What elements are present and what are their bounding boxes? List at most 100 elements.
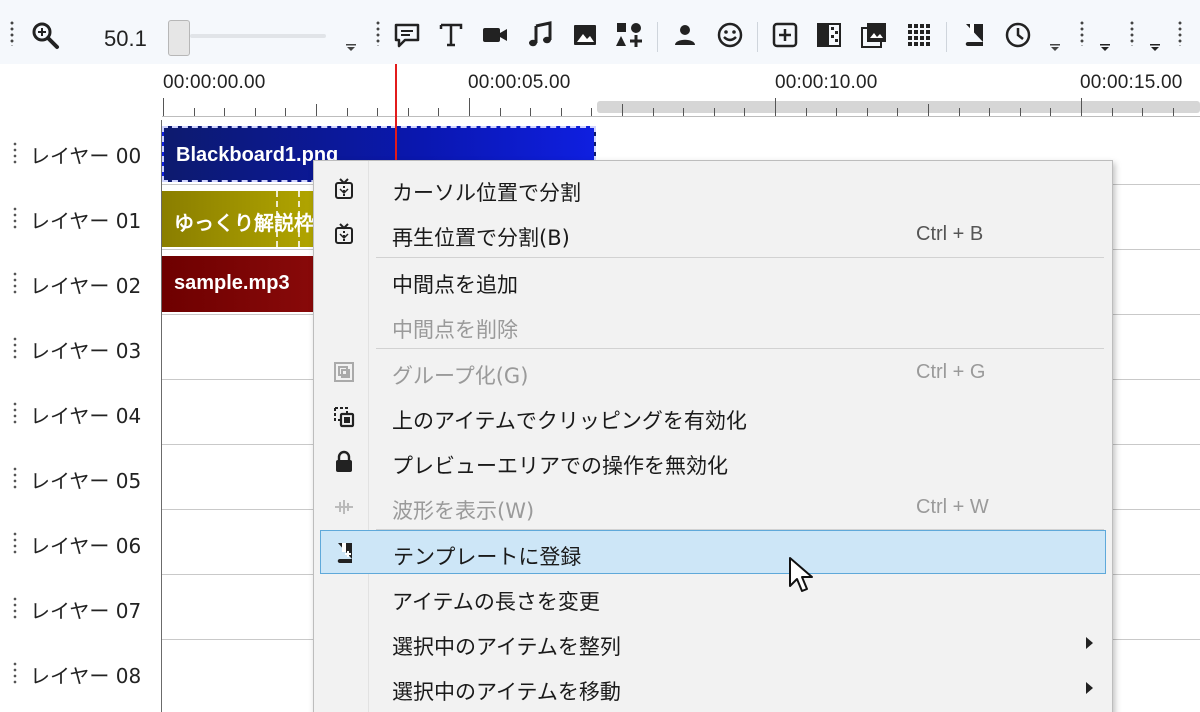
layer-name: レイヤー 02 (30, 274, 142, 298)
zoom-slider-track[interactable] (190, 34, 326, 38)
toolbar-separator (657, 22, 658, 52)
timeline-range-bar[interactable] (597, 101, 1200, 113)
drag-handle-icon[interactable] (13, 271, 17, 295)
ruler-tick (1173, 108, 1174, 116)
chevron-down-icon[interactable] (346, 44, 356, 52)
ruler-tick (1112, 108, 1113, 116)
submenu-arrow-icon (1086, 637, 1093, 649)
menu-item-shortcut: Ctrl + G (916, 361, 986, 383)
ruler-tick (622, 104, 623, 116)
drag-handle-icon[interactable] (13, 336, 17, 360)
layer-header[interactable]: レイヤー 04 (0, 380, 162, 445)
clipping-icon (332, 405, 356, 429)
transition-icon[interactable] (814, 20, 844, 50)
drag-handle-icon[interactable] (13, 531, 17, 555)
chevron-down-icon[interactable] (1050, 44, 1060, 52)
ruler-tick (530, 108, 531, 116)
menu-item-register-template[interactable]: テンプレートに登録 (320, 530, 1106, 574)
toolbar-grip[interactable] (1080, 20, 1084, 46)
menu-separator (376, 257, 1104, 258)
toolbar-grip[interactable] (10, 20, 14, 46)
smiley-icon[interactable] (715, 20, 745, 50)
group-icon (332, 360, 356, 384)
ruler-tick (163, 98, 164, 116)
grid-icon[interactable] (904, 20, 934, 50)
clock-icon[interactable] (1003, 20, 1033, 50)
layer-header[interactable]: レイヤー 02 (0, 250, 162, 315)
bookmark-icon[interactable] (959, 20, 989, 50)
drag-handle-icon[interactable] (13, 596, 17, 620)
toolbar-grip[interactable] (376, 20, 380, 46)
ruler-tick (744, 108, 745, 116)
layer-name: レイヤー 03 (30, 339, 142, 363)
layer-header[interactable]: レイヤー 05 (0, 445, 162, 510)
timeline-ruler[interactable]: 00:00:00.00 00:00:05.00 00:00:10.00 00:0… (0, 64, 1200, 120)
layer-header[interactable]: レイヤー 07 (0, 575, 162, 640)
layer-header[interactable]: レイヤー 06 (0, 510, 162, 575)
toolbar-separator (757, 22, 758, 52)
image-icon[interactable] (570, 20, 600, 50)
menu-item-split-at-cursor[interactable]: カーソル位置で分割 (320, 167, 1106, 211)
layer-name: レイヤー 06 (30, 534, 142, 558)
chevron-down-icon[interactable] (1150, 44, 1160, 52)
ruler-tick (316, 104, 317, 116)
comment-icon[interactable] (392, 20, 422, 50)
layer-header[interactable]: レイヤー 08 (0, 640, 162, 712)
menu-item-enable-clipping[interactable]: 上のアイテムでクリッピングを有効化 (320, 395, 1106, 439)
playhead[interactable] (395, 64, 397, 174)
menu-item-split-at-playhead[interactable]: 再生位置で分割(B) Ctrl + B (320, 212, 1106, 256)
waveform-icon (332, 495, 356, 519)
layer-header[interactable]: レイヤー 03 (0, 315, 162, 380)
ruler-tick (591, 108, 592, 116)
zoom-slider-thumb[interactable] (168, 20, 190, 56)
add-effect-icon[interactable] (770, 20, 800, 50)
drag-handle-icon[interactable] (13, 466, 17, 490)
drag-handle-icon[interactable] (13, 661, 17, 685)
menu-item-group[interactable]: グループ化(G) Ctrl + G (320, 350, 1106, 394)
menu-item-remove-midpoint[interactable]: 中間点を削除 (320, 304, 1106, 348)
drag-handle-icon[interactable] (13, 141, 17, 165)
ruler-tick (438, 108, 439, 116)
ruler-label: 00:00:05.00 (468, 72, 571, 93)
toolbar-grip[interactable] (1130, 20, 1134, 46)
menu-item-show-waveform[interactable]: 波形を表示(W) Ctrl + W (320, 485, 1106, 529)
ruler-tick (806, 108, 807, 116)
layer-name: レイヤー 07 (30, 599, 142, 623)
text-icon[interactable] (436, 20, 466, 50)
ruler-tick (683, 108, 684, 116)
menu-item-label: 再生位置で分割(B) (392, 226, 570, 250)
ruler-tick (1050, 108, 1051, 116)
layer-header[interactable]: レイヤー 00 (0, 120, 162, 185)
submenu-arrow-icon (1086, 682, 1093, 694)
menu-item-change-item-length[interactable]: アイテムの長さを変更 (320, 576, 1106, 620)
menu-item-label: 選択中のアイテムを移動 (392, 680, 621, 704)
menu-item-add-midpoint[interactable]: 中間点を追加 (320, 259, 1106, 303)
menu-item-shortcut: Ctrl + W (916, 496, 989, 518)
person-icon[interactable] (670, 20, 700, 50)
layer-header[interactable]: レイヤー 01 (0, 185, 162, 250)
menu-separator (376, 348, 1104, 349)
shapes-icon[interactable] (614, 20, 644, 50)
drag-handle-icon[interactable] (13, 401, 17, 425)
menu-item-disable-preview-operation[interactable]: プレビューエリアでの操作を無効化 (320, 440, 1106, 484)
toolbar-grip[interactable] (1178, 20, 1182, 46)
ruler-baseline (162, 116, 1200, 117)
menu-item-move-selected[interactable]: 選択中のアイテムを移動 (320, 666, 1106, 710)
toolbar: 50.1 (0, 0, 1200, 64)
menu-item-label: グループ化(G) (392, 364, 529, 388)
menu-item-label: 波形を表示(W) (392, 499, 535, 523)
layer-name: レイヤー 04 (30, 404, 142, 428)
template-icon (333, 541, 357, 565)
video-icon[interactable] (480, 20, 510, 50)
menu-item-align-selected[interactable]: 選択中のアイテムを整列 (320, 621, 1106, 665)
music-icon[interactable] (525, 20, 555, 50)
timeline-clip[interactable]: sample.mp3 (162, 256, 322, 312)
search-icon[interactable] (30, 20, 60, 50)
chevron-down-icon[interactable] (1100, 44, 1110, 52)
gallery-icon[interactable] (859, 20, 889, 50)
ruler-tick (897, 108, 898, 116)
layer-name: レイヤー 08 (30, 664, 142, 688)
drag-handle-icon[interactable] (13, 206, 17, 230)
menu-item-label: テンプレートに登録 (393, 545, 582, 569)
ruler-tick (989, 108, 990, 116)
